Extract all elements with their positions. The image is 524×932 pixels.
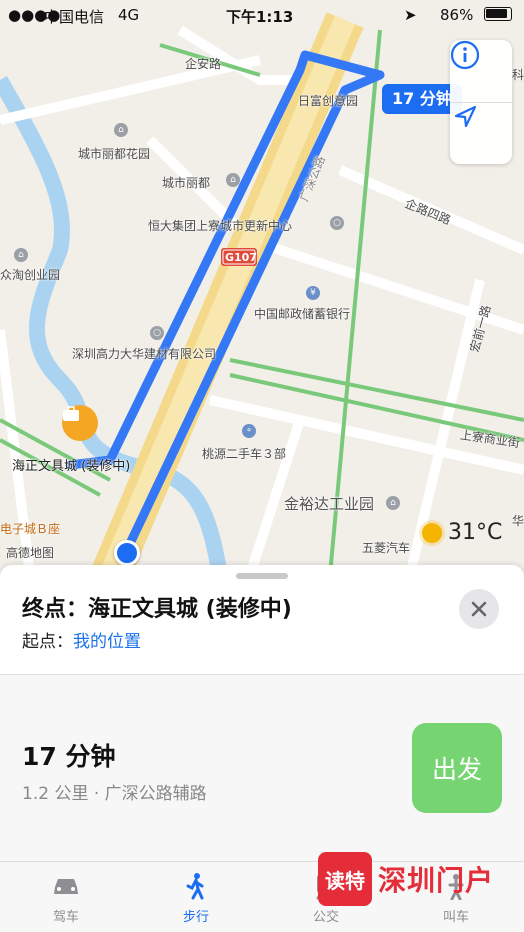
tab-label: 步行 xyxy=(182,910,209,925)
track-location-button[interactable] xyxy=(450,102,512,164)
walk-icon xyxy=(181,872,211,900)
bank-icon: ¥ xyxy=(306,286,320,300)
origin-link[interactable]: 我的位置 xyxy=(73,632,141,652)
close-button[interactable] xyxy=(459,589,499,629)
go-button[interactable]: 出发 xyxy=(412,723,502,813)
map-label-taoyuan: 桃源二手车３部 xyxy=(202,447,287,461)
sun-icon xyxy=(422,522,442,543)
status-time: 下午1:13 xyxy=(226,8,294,26)
watermark-logo: 读特 深圳门户 xyxy=(318,852,494,906)
weather-widget: 31°C xyxy=(422,520,502,545)
highway-shield-g107: G107 xyxy=(225,251,257,264)
weather-temperature: 31°C xyxy=(448,520,503,545)
poi-dot-icon: ○ xyxy=(330,216,344,230)
current-location-dot[interactable] xyxy=(114,540,140,566)
map-label-ke: 科 xyxy=(512,68,524,82)
map-info-button[interactable] xyxy=(450,40,512,103)
poi-building-icon: ⌂ xyxy=(386,496,400,510)
tab-walk[interactable]: 步行 xyxy=(146,862,246,932)
briefcase-icon xyxy=(63,406,79,421)
map-label-chengshi-lidu: 城市丽都 xyxy=(162,176,211,190)
poi-dot-icon: ○ xyxy=(150,326,164,340)
map-label-qian-road: 企安路 xyxy=(185,57,222,71)
destination-pin[interactable] xyxy=(62,405,98,441)
destination-title: 终点：海正文具城 (装修中) xyxy=(22,591,292,623)
map-label-hua: 华 xyxy=(512,514,524,528)
location-arrow-icon xyxy=(454,105,477,128)
map-label-zhongchuang: 众淘创业园 xyxy=(0,268,61,282)
map-label-wuling: 五菱汽车 xyxy=(362,541,411,555)
map-label-gaode: 高德地图 xyxy=(6,546,55,560)
tab-drive[interactable]: 驾车 xyxy=(16,862,116,932)
network-type: 4G xyxy=(118,6,140,24)
route-duration: 17 分钟 xyxy=(22,742,116,771)
battery-percent: 86% xyxy=(440,6,474,24)
origin-label: 起点： xyxy=(22,632,73,652)
tab-label: 公交 xyxy=(312,910,339,925)
map-label-haizheng: 海正文具城 (装修中) xyxy=(12,459,131,474)
car-dealer-icon: ⚬ xyxy=(242,424,256,438)
tab-label: 驾车 xyxy=(52,910,79,925)
status-bar: ●●●● 中国电信 4G 下午1:13 ➤ 86% xyxy=(0,0,524,30)
location-arrow-icon: ➤ xyxy=(404,6,417,24)
poi-building-icon: ⌂ xyxy=(226,173,240,187)
map-label-postal-bank: 中国邮政储蓄银行 xyxy=(254,307,351,321)
route-option[interactable]: 17 分钟 1.2 公里 · 广深公路辅路 出发 xyxy=(0,675,524,863)
watermark-badge: 读特 xyxy=(318,852,372,906)
info-icon xyxy=(450,40,480,70)
map-label-jinyuda: 金裕达工业园 xyxy=(284,495,375,513)
battery-icon xyxy=(484,7,512,21)
carrier-name: 中国电信 xyxy=(44,8,105,26)
map-label-hengda: 恒大集团上寮城市更新中心 xyxy=(148,219,293,233)
tab-label: 叫车 xyxy=(442,910,469,925)
map-label-dianzi-b: 电子城Ｂ座 xyxy=(0,522,61,536)
destination-name: 海正文具城 (装修中) xyxy=(88,597,292,622)
route-detail: 1.2 公里 · 广深公路辅路 xyxy=(22,784,207,804)
map-controls xyxy=(450,40,512,164)
poi-building-icon: ⌂ xyxy=(114,123,128,137)
watermark-text: 深圳门户 xyxy=(378,864,495,897)
sheet-grabber[interactable] xyxy=(236,573,288,579)
origin-line: 起点：我的位置 xyxy=(22,627,141,652)
close-icon xyxy=(471,601,487,617)
car-icon xyxy=(51,872,81,900)
map-label-rifu: 日富创意园 xyxy=(298,94,359,108)
map-label-chengshi-lidu-huayuan: 城市丽都花园 xyxy=(78,147,151,161)
map-label-gaoli: 深圳高力大华建材有限公司 xyxy=(72,347,217,361)
destination-label: 终点： xyxy=(22,597,89,622)
poi-building-icon: ⌂ xyxy=(14,248,28,262)
map-view[interactable]: 企安路 ⌂ 城市丽都花园 城市丽都 ⌂ 恒大集团上寮城市更新中心 ○ 日富创意园… xyxy=(0,0,524,575)
